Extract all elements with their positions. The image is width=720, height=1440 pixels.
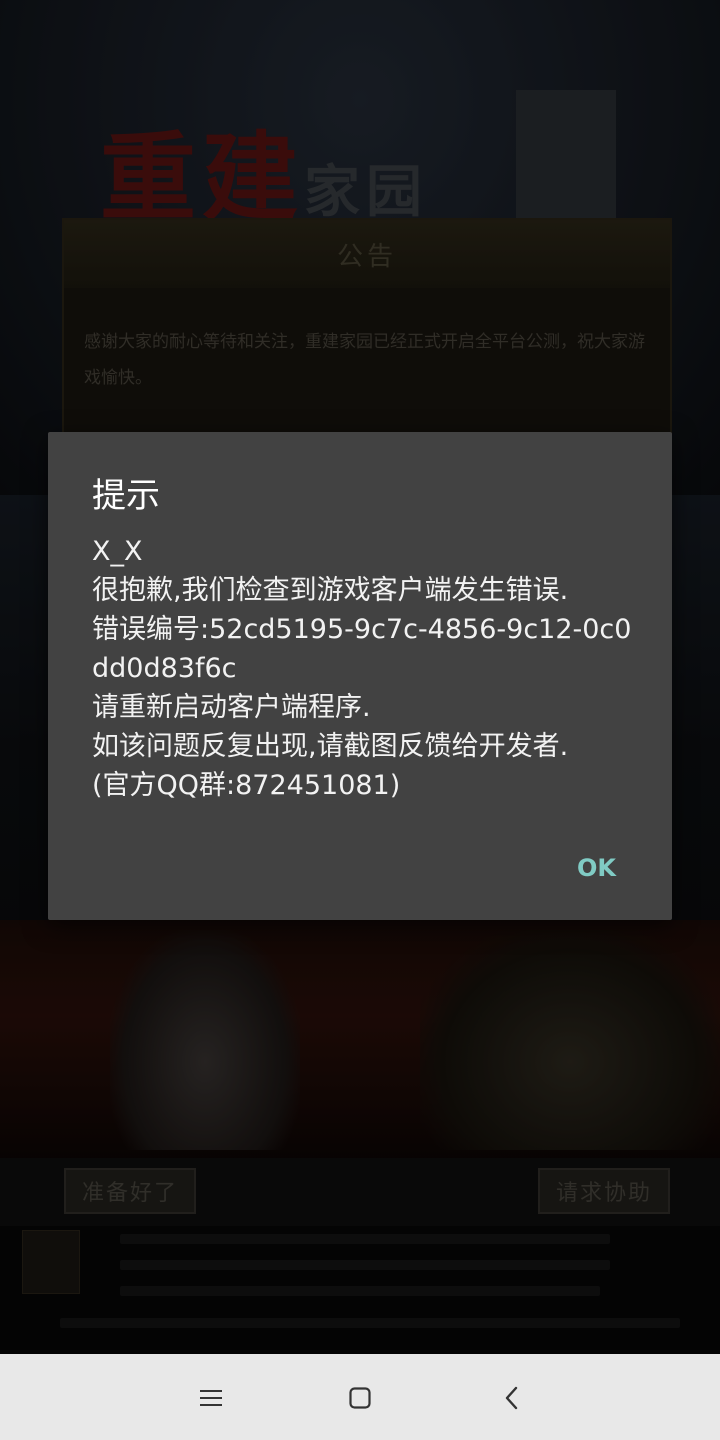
back-icon[interactable] (494, 1380, 530, 1416)
dialog-line-apology: 很抱歉,我们检查到游戏客户端发生错误. (92, 575, 569, 606)
dialog-line-restart: 请重新启动客户端程序. (92, 692, 371, 723)
dialog-message: X_X 很抱歉,我们检查到游戏客户端发生错误. 错误编号:52cd5195-9c… (92, 532, 632, 805)
dialog-title: 提示 (92, 476, 160, 516)
dialog-line-feedback: 如该问题反复出现,请截图反馈给开发者. (92, 731, 569, 762)
dialog-line-qq-group: (官方QQ群:872451081) (92, 770, 401, 801)
error-dialog: 提示 X_X 很抱歉,我们检查到游戏客户端发生错误. 错误编号:52cd5195… (48, 432, 672, 920)
ok-button[interactable]: OK (571, 850, 622, 886)
dialog-line-face: X_X (92, 536, 143, 567)
home-icon[interactable] (342, 1380, 378, 1416)
system-nav-bar (0, 1354, 720, 1440)
menu-icon[interactable] (193, 1380, 229, 1416)
dialog-line-error-code: 错误编号:52cd5195-9c7c-4856-9c12-0c0dd0d83f6… (92, 614, 632, 684)
